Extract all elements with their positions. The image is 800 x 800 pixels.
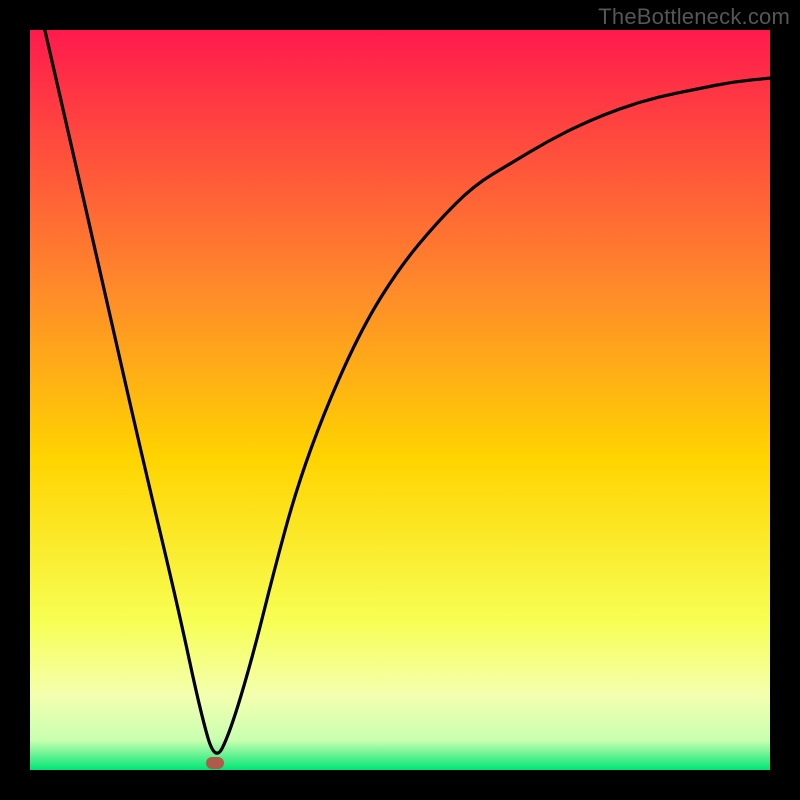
plot-area [30,30,770,770]
chart-frame: TheBottleneck.com [0,0,800,800]
optimal-marker [206,757,224,769]
bottleneck-curve [45,30,770,753]
curve-layer [30,30,770,770]
watermark-text: TheBottleneck.com [598,4,790,30]
